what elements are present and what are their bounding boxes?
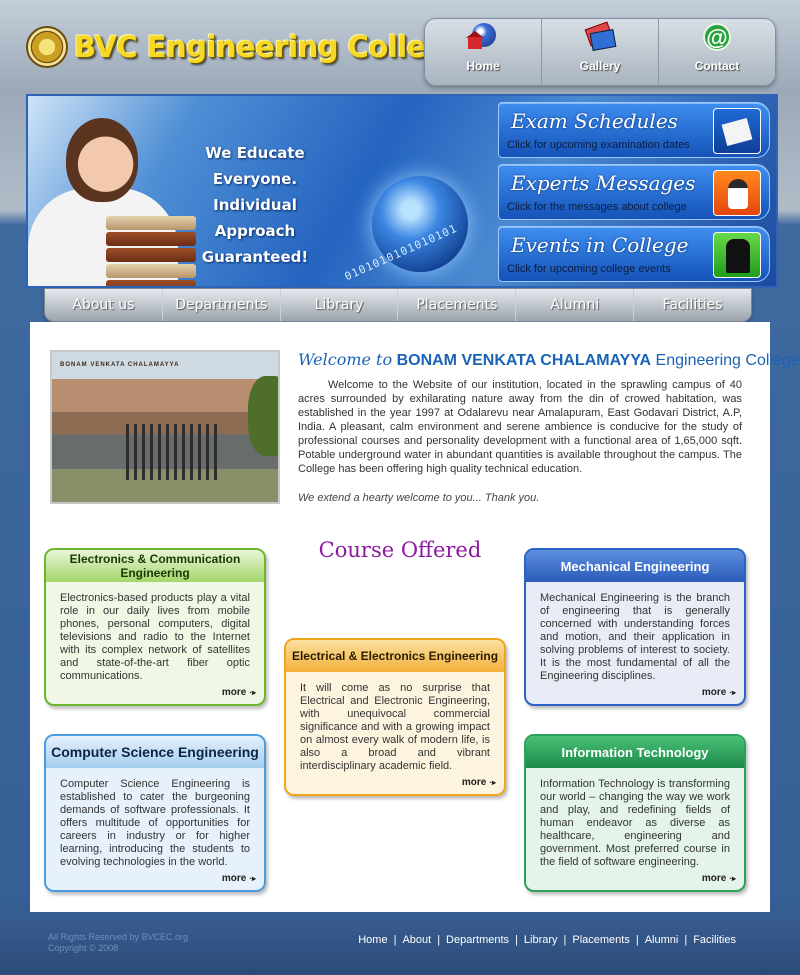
nav-departments[interactable]: Departments bbox=[163, 289, 281, 321]
banner-link-title: Events in College bbox=[511, 233, 689, 257]
tagline-line: Everyone. bbox=[212, 170, 298, 188]
welcome-title-intro: Welcome to bbox=[298, 350, 393, 369]
top-nav: Home Gallery @ Contact bbox=[424, 18, 776, 86]
course-card-ece: Electronics & Communication Engineering … bbox=[44, 548, 266, 706]
notepad-icon bbox=[713, 108, 761, 154]
course-card-title: Electronics & Communication Engineering bbox=[46, 550, 264, 582]
footer-links: Home | About | Departments | Library | P… bbox=[358, 934, 736, 946]
footer-separator: | bbox=[635, 934, 639, 946]
campus-sign: BONAM VENKATA CHALAMAYYA bbox=[60, 362, 180, 368]
expert-person-icon bbox=[713, 170, 761, 216]
nav-facilities[interactable]: Facilities bbox=[634, 289, 751, 321]
top-nav-label: Home bbox=[466, 59, 500, 73]
experts-messages-link[interactable]: Experts Messages Click for the messages … bbox=[498, 164, 770, 220]
campus-photo: BONAM VENKATA CHALAMAYYA bbox=[50, 350, 280, 504]
course-card-cse: Computer Science Engineering Computer Sc… bbox=[44, 734, 266, 892]
exam-schedules-link[interactable]: Exam Schedules Click for upcoming examin… bbox=[498, 102, 770, 158]
footer-link-home[interactable]: Home bbox=[358, 934, 387, 946]
footer-link-departments[interactable]: Departments bbox=[446, 934, 509, 946]
events-in-college-link[interactable]: Events in College Click for upcoming col… bbox=[498, 226, 770, 282]
footer-copyright: All Rights Reserved by BVCEC.org Copyrig… bbox=[48, 932, 188, 954]
tagline-line: We Educate bbox=[205, 144, 305, 162]
site-title: BVC Engineering College bbox=[74, 30, 466, 64]
banner-tagline: We Educate Everyone. Individual Approach… bbox=[180, 140, 330, 270]
nav-placements[interactable]: Placements bbox=[398, 289, 517, 321]
banner-link-title: Experts Messages bbox=[511, 171, 696, 195]
footer-separator: | bbox=[437, 934, 441, 946]
arrow-right-icon: ·▸ bbox=[249, 688, 256, 697]
banner-links: Exam Schedules Click for upcoming examin… bbox=[498, 102, 770, 286]
nav-library[interactable]: Library bbox=[281, 289, 399, 321]
footer-link-library[interactable]: Library bbox=[524, 934, 558, 946]
more-link[interactable]: more ·▸ bbox=[702, 873, 736, 884]
course-card-text: Mechanical Engineering is the branch of … bbox=[540, 592, 730, 682]
banner-link-subtitle: Click for upcoming examination dates bbox=[507, 139, 690, 151]
top-nav-home[interactable]: Home bbox=[425, 19, 542, 85]
banner-link-subtitle: Click for upcoming college events bbox=[507, 263, 671, 275]
arrow-right-icon: ·▸ bbox=[729, 688, 736, 697]
footer-copyright-year: Copyright © 2008 bbox=[48, 943, 119, 953]
top-nav-label: Gallery bbox=[579, 59, 621, 73]
gallery-books-icon bbox=[583, 21, 617, 53]
banner-link-subtitle: Click for the messages about college bbox=[507, 201, 687, 213]
tagline-line: Individual Approach bbox=[213, 196, 297, 240]
course-card-text: It will come as no surprise that Electri… bbox=[300, 682, 490, 772]
arrow-right-icon: ·▸ bbox=[489, 778, 496, 787]
more-link[interactable]: more ·▸ bbox=[702, 687, 736, 698]
footer-separator: | bbox=[563, 934, 567, 946]
course-card-title: Computer Science Engineering bbox=[46, 736, 264, 768]
course-card-it: Information Technology Information Techn… bbox=[524, 734, 746, 892]
arrow-right-icon: ·▸ bbox=[249, 874, 256, 883]
footer-rights: All Rights Reserved by BVCEC.org bbox=[48, 932, 189, 942]
footer-separator: | bbox=[393, 934, 397, 946]
college-seal-icon bbox=[26, 26, 68, 68]
dancers-icon bbox=[713, 232, 761, 278]
course-card-text: Computer Science Engineering is establis… bbox=[60, 778, 250, 868]
main-nav: About us Departments Library Placements … bbox=[44, 288, 752, 322]
footer-separator: | bbox=[515, 934, 518, 946]
course-card-mechanical: Mechanical Engineering Mechanical Engine… bbox=[524, 548, 746, 706]
course-card-text: Information Technology is transforming o… bbox=[540, 778, 730, 868]
footer-link-about[interactable]: About bbox=[402, 934, 431, 946]
home-globe-icon bbox=[466, 21, 500, 53]
top-nav-label: Contact bbox=[694, 59, 740, 73]
hero-banner: We Educate Everyone. Individual Approach… bbox=[26, 94, 778, 288]
main-content: BONAM VENKATA CHALAMAYYA Welcome to BONA… bbox=[30, 322, 800, 912]
student-face bbox=[66, 118, 138, 202]
course-card-text: Electronics-based products play a vital … bbox=[60, 592, 250, 682]
footer-link-alumni[interactable]: Alumni bbox=[645, 934, 679, 946]
welcome-title-rest: Engineering College bbox=[655, 352, 800, 369]
college-logo[interactable]: BVC Engineering College bbox=[26, 26, 466, 68]
course-card-title: Mechanical Engineering bbox=[526, 550, 744, 582]
course-card-title: Information Technology bbox=[526, 736, 744, 768]
footer-link-facilities[interactable]: Facilities bbox=[693, 934, 736, 946]
footer-link-placements[interactable]: Placements bbox=[572, 934, 629, 946]
contact-at-icon: @ bbox=[700, 21, 734, 53]
footer: All Rights Reserved by BVCEC.org Copyrig… bbox=[0, 912, 800, 975]
more-link[interactable]: more ·▸ bbox=[462, 777, 496, 788]
welcome-title: Welcome to BONAM VENKATA CHALAMAYYA Engi… bbox=[298, 350, 800, 370]
footer-separator: | bbox=[684, 934, 688, 946]
nav-about-us[interactable]: About us bbox=[45, 289, 163, 321]
more-link[interactable]: more ·▸ bbox=[222, 687, 256, 698]
course-card-eee: Electrical & Electronics Engineering It … bbox=[284, 638, 506, 796]
welcome-thanks: We extend a hearty welcome to you... Tha… bbox=[298, 492, 540, 504]
welcome-paragraph: Welcome to the Website of our institutio… bbox=[298, 379, 742, 475]
course-card-title: Electrical & Electronics Engineering bbox=[286, 640, 504, 672]
arrow-right-icon: ·▸ bbox=[729, 874, 736, 883]
nav-alumni[interactable]: Alumni bbox=[516, 289, 635, 321]
tagline-line: Guaranteed! bbox=[201, 248, 309, 266]
more-link[interactable]: more ·▸ bbox=[222, 873, 256, 884]
top-nav-contact[interactable]: @ Contact bbox=[659, 19, 775, 85]
banner-link-title: Exam Schedules bbox=[511, 109, 678, 133]
welcome-title-name: BONAM VENKATA CHALAMAYYA bbox=[396, 352, 652, 369]
top-nav-gallery[interactable]: Gallery bbox=[542, 19, 659, 85]
